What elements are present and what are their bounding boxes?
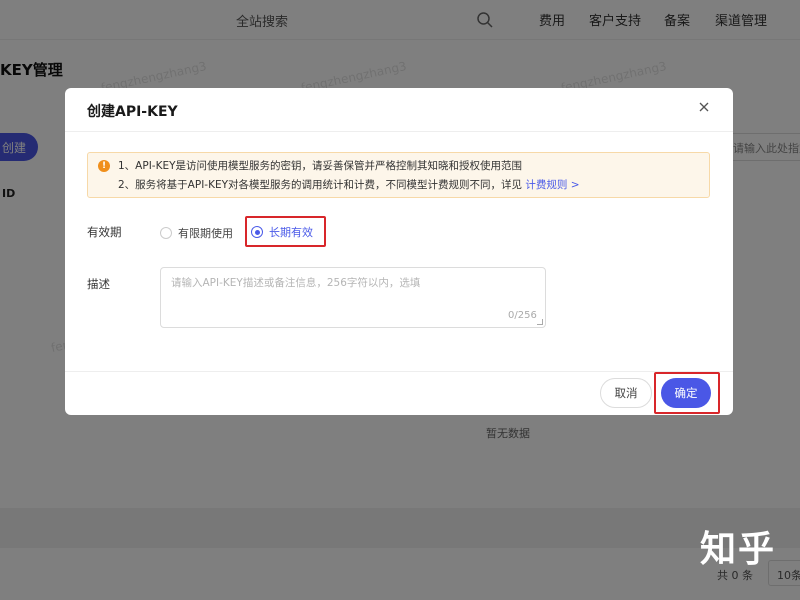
character-counter: 0/256 [508,310,537,321]
notice-banner: ! 1、API-KEY是访问使用模型服务的密钥，请妥善保管并严格控制其知晓和授权… [87,152,710,198]
radio-limited[interactable]: 有限期使用 [160,225,233,241]
create-api-key-dialog: 创建API-KEY ! 1、API-KEY是访问使用模型服务的密钥，请妥善保管并… [65,88,733,415]
radio-limited-label: 有限期使用 [178,227,233,240]
resize-handle-icon[interactable] [537,319,543,325]
highlight-box-validity [245,216,326,247]
validity-label: 有效期 [87,225,122,239]
warning-icon: ! [98,160,110,172]
notice-line-2: 2、服务将基于API-KEY对各模型服务的调用统计和计费，不同模型计费规则不同，… [118,177,580,192]
close-button[interactable] [693,96,715,118]
description-textarea[interactable]: 请输入API-KEY描述或备注信息，256字符以内，选填 [160,267,546,328]
radio-circle [160,227,172,239]
dialog-title: 创建API-KEY [87,104,178,120]
close-icon [699,102,709,112]
highlight-box-confirm [654,372,720,414]
dialog-footer-divider [65,371,733,372]
notice-line-2-text: 2、服务将基于API-KEY对各模型服务的调用统计和计费，不同模型计费规则不同，… [118,179,523,191]
zhihu-watermark-logo: 知乎 [700,528,777,570]
billing-rules-link[interactable]: 计费规则 > [525,179,579,191]
cancel-button[interactable]: 取消 [600,378,652,408]
notice-line-1: 1、API-KEY是访问使用模型服务的密钥，请妥善保管并严格控制其知晓和授权使用… [118,160,523,172]
description-label: 描述 [87,277,110,291]
dialog-header-divider [65,131,733,132]
